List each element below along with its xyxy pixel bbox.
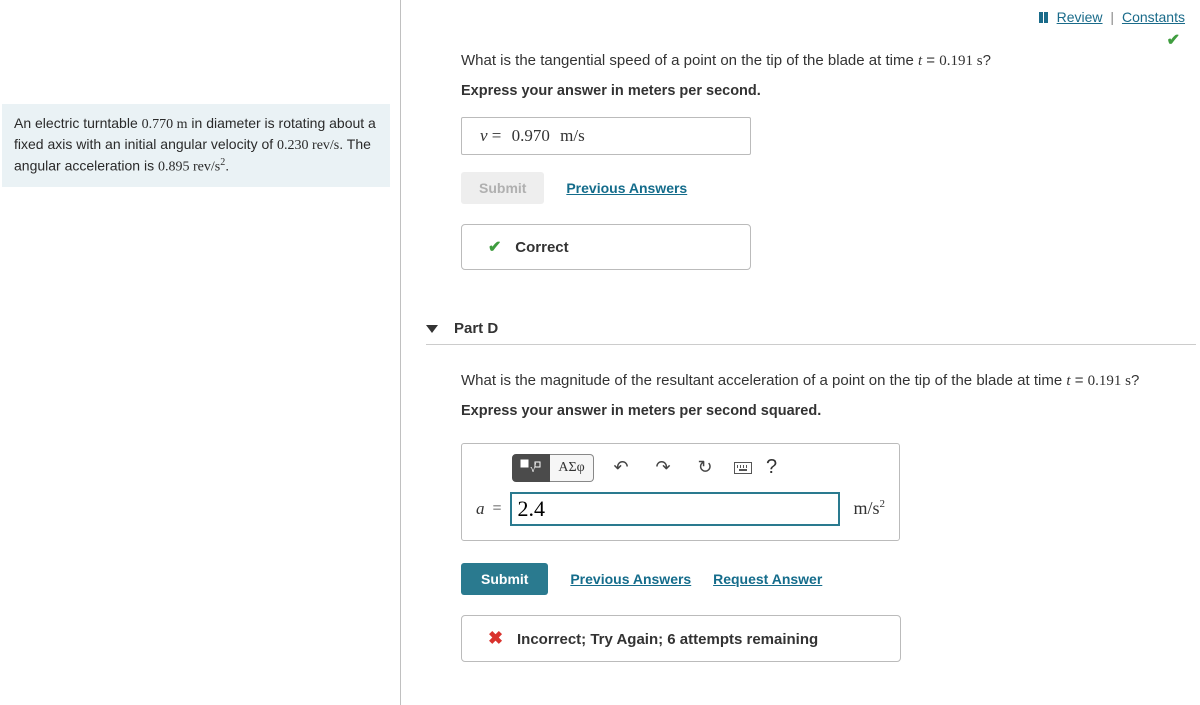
reset-icon[interactable]: ↻ xyxy=(690,454,720,482)
partc-variable: v xyxy=(480,126,488,145)
submit-button: Submit xyxy=(461,172,544,204)
equation-editor: √ ΑΣφ ↶ ↷ ↻ ? a = m/s2 xyxy=(461,443,900,541)
partd-unit: m/s2 xyxy=(854,498,886,519)
book-icon xyxy=(1039,10,1049,26)
equation-toolbar: √ ΑΣφ ↶ ↷ ↻ ? xyxy=(512,454,885,482)
partc-unit: m/s xyxy=(560,126,585,145)
incorrect-icon: ✖ xyxy=(488,628,503,648)
svg-text:√: √ xyxy=(530,463,537,475)
previous-answers-link[interactable]: Previous Answers xyxy=(566,180,687,196)
partc-instruction: Express your answer in meters per second… xyxy=(461,83,1180,99)
problem-statement: An electric turntable 0.770 m in diamete… xyxy=(2,104,390,187)
partd-instruction: Express your answer in meters per second… xyxy=(461,403,1180,419)
check-icon: ✔ xyxy=(1167,30,1180,50)
constants-link[interactable]: Constants xyxy=(1122,9,1185,25)
partd-question: What is the magnitude of the resultant a… xyxy=(461,370,1180,393)
partd-title: Part D xyxy=(454,320,498,337)
partd-feedback-text: Incorrect; Try Again; 6 attempts remaini… xyxy=(517,631,818,648)
previous-answers-link[interactable]: Previous Answers xyxy=(570,571,691,587)
top-links: Review | Constants xyxy=(1039,9,1185,26)
help-icon[interactable]: ? xyxy=(766,456,777,479)
partc-feedback-text: Correct xyxy=(515,239,568,256)
partc-question: What is the tangential speed of a point … xyxy=(461,50,1180,73)
template-button[interactable]: √ xyxy=(512,454,550,482)
correct-icon: ✔ xyxy=(488,239,501,256)
collapse-icon[interactable] xyxy=(426,325,438,333)
answer-input[interactable] xyxy=(510,492,840,526)
undo-icon[interactable]: ↶ xyxy=(606,454,636,482)
submit-button[interactable]: Submit xyxy=(461,563,548,595)
partc-feedback: ✔ Correct xyxy=(461,224,751,270)
partc-value: 0.970 xyxy=(512,126,550,145)
partd-feedback: ✖ Incorrect; Try Again; 6 attempts remai… xyxy=(461,615,901,662)
greek-button[interactable]: ΑΣφ xyxy=(550,454,594,482)
keyboard-icon[interactable] xyxy=(734,462,752,474)
review-link[interactable]: Review xyxy=(1057,9,1103,25)
partc-answer-box: v = 0.970 m/s xyxy=(461,117,751,155)
partd-header: Part D xyxy=(426,320,1196,345)
request-answer-link[interactable]: Request Answer xyxy=(713,571,822,587)
partd-variable: a xyxy=(476,499,485,519)
redo-icon[interactable]: ↷ xyxy=(648,454,678,482)
